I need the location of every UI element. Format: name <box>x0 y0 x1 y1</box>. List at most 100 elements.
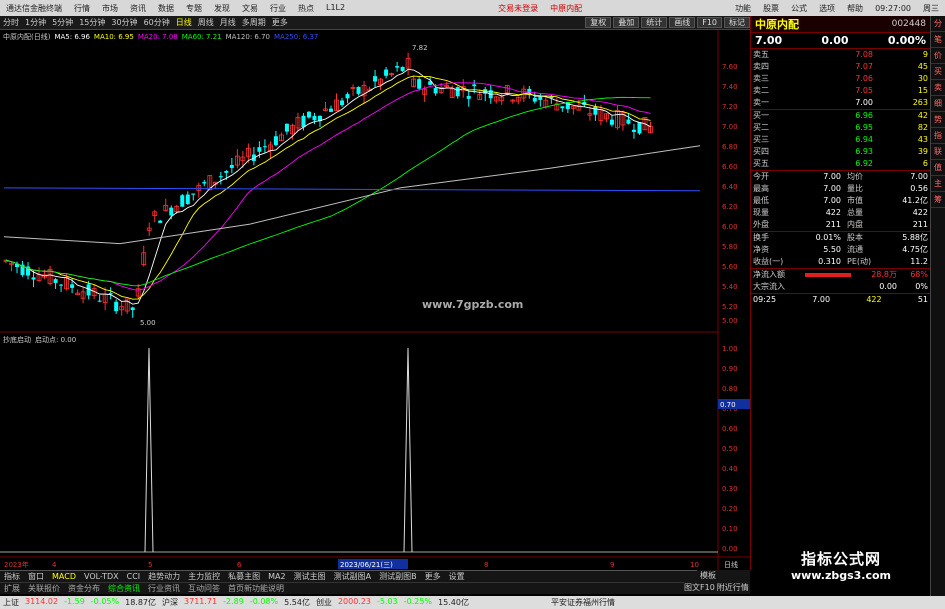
sidebar-tab[interactable]: 分 <box>931 16 945 32</box>
menu-item[interactable]: 热点 <box>292 3 320 14</box>
sidebar-tab[interactable]: 买 <box>931 64 945 80</box>
extension-tab[interactable]: 扩展 <box>0 583 24 594</box>
sidebar-tab[interactable]: 势 <box>931 112 945 128</box>
candle <box>532 91 537 104</box>
chart-tool-button[interactable]: 叠加 <box>613 17 640 28</box>
candle <box>59 284 64 292</box>
sidebar-tab[interactable]: 主 <box>931 176 945 192</box>
menu-item[interactable]: 市场 <box>96 3 124 14</box>
price-axis-label: 5.80 <box>722 243 738 251</box>
indicator-tab[interactable]: 主力监控 <box>184 571 224 582</box>
candle <box>185 191 190 205</box>
candle <box>152 210 158 223</box>
period-tab[interactable]: 月线 <box>217 17 239 28</box>
indicator-tab[interactable]: 测试副图A <box>330 571 375 582</box>
sidebar-tab[interactable]: 联 <box>931 144 945 160</box>
flow-row: 净流入额 28.8万 68% <box>753 270 928 279</box>
candle <box>114 299 119 314</box>
indicator-tab[interactable]: MA2 <box>264 572 289 581</box>
last-price: 7.00 <box>755 34 783 47</box>
sidebar-tab[interactable]: 卖 <box>931 80 945 96</box>
menu-item[interactable]: 专题 <box>180 3 208 14</box>
candle <box>405 52 411 76</box>
trade-login-status[interactable]: 交易未登录 <box>492 3 544 14</box>
candle <box>180 193 185 207</box>
candle <box>279 132 284 142</box>
indicator-tab[interactable]: 指标 <box>0 571 24 582</box>
indicator-tab[interactable]: 趋势动力 <box>144 571 184 582</box>
chart-tool-button[interactable]: 复权 <box>585 17 612 28</box>
sidebar-tab[interactable]: 细 <box>931 96 945 112</box>
menu-item[interactable]: L1L2 <box>320 3 351 14</box>
index-quote-item: 沪深 <box>162 598 179 607</box>
candle <box>499 93 505 105</box>
period-tab[interactable]: 日线 <box>173 17 195 28</box>
indicator-tab[interactable]: CCI <box>123 572 145 581</box>
indicator-tab[interactable]: 窗口 <box>24 571 48 582</box>
candle <box>97 294 102 303</box>
template-button[interactable]: 模板 <box>697 570 750 582</box>
chart-tool-button[interactable]: F10 <box>697 17 722 28</box>
candle <box>389 72 394 77</box>
chart-tool-button[interactable]: 统计 <box>641 17 668 28</box>
candle <box>587 106 593 121</box>
period-tab[interactable]: 15分钟 <box>76 17 108 28</box>
top-right-menu-item[interactable]: 帮助 <box>841 3 869 14</box>
candle <box>334 93 339 112</box>
extension-tab[interactable]: 互动问答 <box>184 583 224 594</box>
period-tab[interactable]: 30分钟 <box>108 17 140 28</box>
extension-tab[interactable]: 资金分布 <box>64 583 104 594</box>
period-tab[interactable]: 分时 <box>0 17 22 28</box>
date-label: 2023/06/21(三) <box>340 561 393 569</box>
extension-tab[interactable]: 首页新功能说明 <box>224 583 288 594</box>
menu-item[interactable]: 行情 <box>68 3 96 14</box>
candle <box>455 86 460 99</box>
menu-item[interactable]: 文易 <box>236 3 264 14</box>
indicator-tab[interactable]: 测试主图 <box>290 571 330 582</box>
extension-tab[interactable]: 行业资讯 <box>144 583 184 594</box>
site-logo: 指标公式网 www.zbgs3.com <box>790 550 892 582</box>
chart-tool-button[interactable]: 标记 <box>724 17 750 28</box>
indicator-tab[interactable]: 测试副图B <box>375 571 421 582</box>
top-right-menu-item[interactable]: 公式 <box>785 3 813 14</box>
sidebar-tab[interactable]: 筹 <box>931 192 945 208</box>
period-tab[interactable]: 周线 <box>195 17 217 28</box>
chart-tool-button[interactable]: 画线 <box>669 17 696 28</box>
top-right-menu-item[interactable]: 选项 <box>813 3 841 14</box>
menu-item[interactable]: 数据 <box>152 3 180 14</box>
indicator-tab[interactable]: VOL-TDX <box>80 572 123 581</box>
top-right-menu-item[interactable]: 股票 <box>757 3 785 14</box>
period-tab[interactable]: 60分钟 <box>141 17 173 28</box>
sidebar-tab[interactable]: 笔 <box>931 32 945 48</box>
indicator-tab[interactable]: 设置 <box>445 571 469 582</box>
candle <box>196 182 202 198</box>
extension-tab[interactable]: 综合资讯 <box>104 583 144 594</box>
indicator-tab[interactable]: 私募主图 <box>224 571 264 582</box>
f10-link[interactable]: 图文F10 <box>684 582 715 594</box>
candle <box>130 306 135 318</box>
candle <box>191 193 196 201</box>
period-tab[interactable]: 多周期 <box>239 17 269 28</box>
period-tab[interactable]: 5分钟 <box>49 17 76 28</box>
candle <box>515 96 521 105</box>
indicator-tab[interactable]: 更多 <box>421 571 445 582</box>
price-axis-label: 5.60 <box>722 263 738 271</box>
extension-tab[interactable]: 关联报价 <box>24 583 64 594</box>
nearby-quote-link[interactable]: 附近行情 <box>717 582 749 594</box>
period-tab[interactable]: 更多 <box>269 17 291 28</box>
menu-item[interactable]: 行业 <box>264 3 292 14</box>
kline-chart-svg[interactable]: 中原内配(日线) MA5: 6.96 MA10: 6.95 MA20: 7.08 MA6… <box>0 30 750 570</box>
sidebar-tab[interactable]: 指 <box>931 128 945 144</box>
sidebar-tab[interactable]: 值 <box>931 160 945 176</box>
ma60-line <box>5 96 651 287</box>
top-right-menu-item[interactable]: 功能 <box>729 3 757 14</box>
period-tab[interactable]: 1分钟 <box>22 17 49 28</box>
sidebar-tab[interactable]: 价 <box>931 48 945 64</box>
candle <box>262 139 267 153</box>
indicator-tab[interactable]: MACD <box>48 572 80 581</box>
chart-area[interactable]: 中原内配(日线) MA5: 6.96 MA10: 6.95 MA20: 7.08 MA6… <box>0 30 750 570</box>
menu-item[interactable]: 发现 <box>208 3 236 14</box>
ma120-line <box>3 145 701 245</box>
menu-item[interactable]: 资讯 <box>124 3 152 14</box>
candle <box>609 115 614 127</box>
